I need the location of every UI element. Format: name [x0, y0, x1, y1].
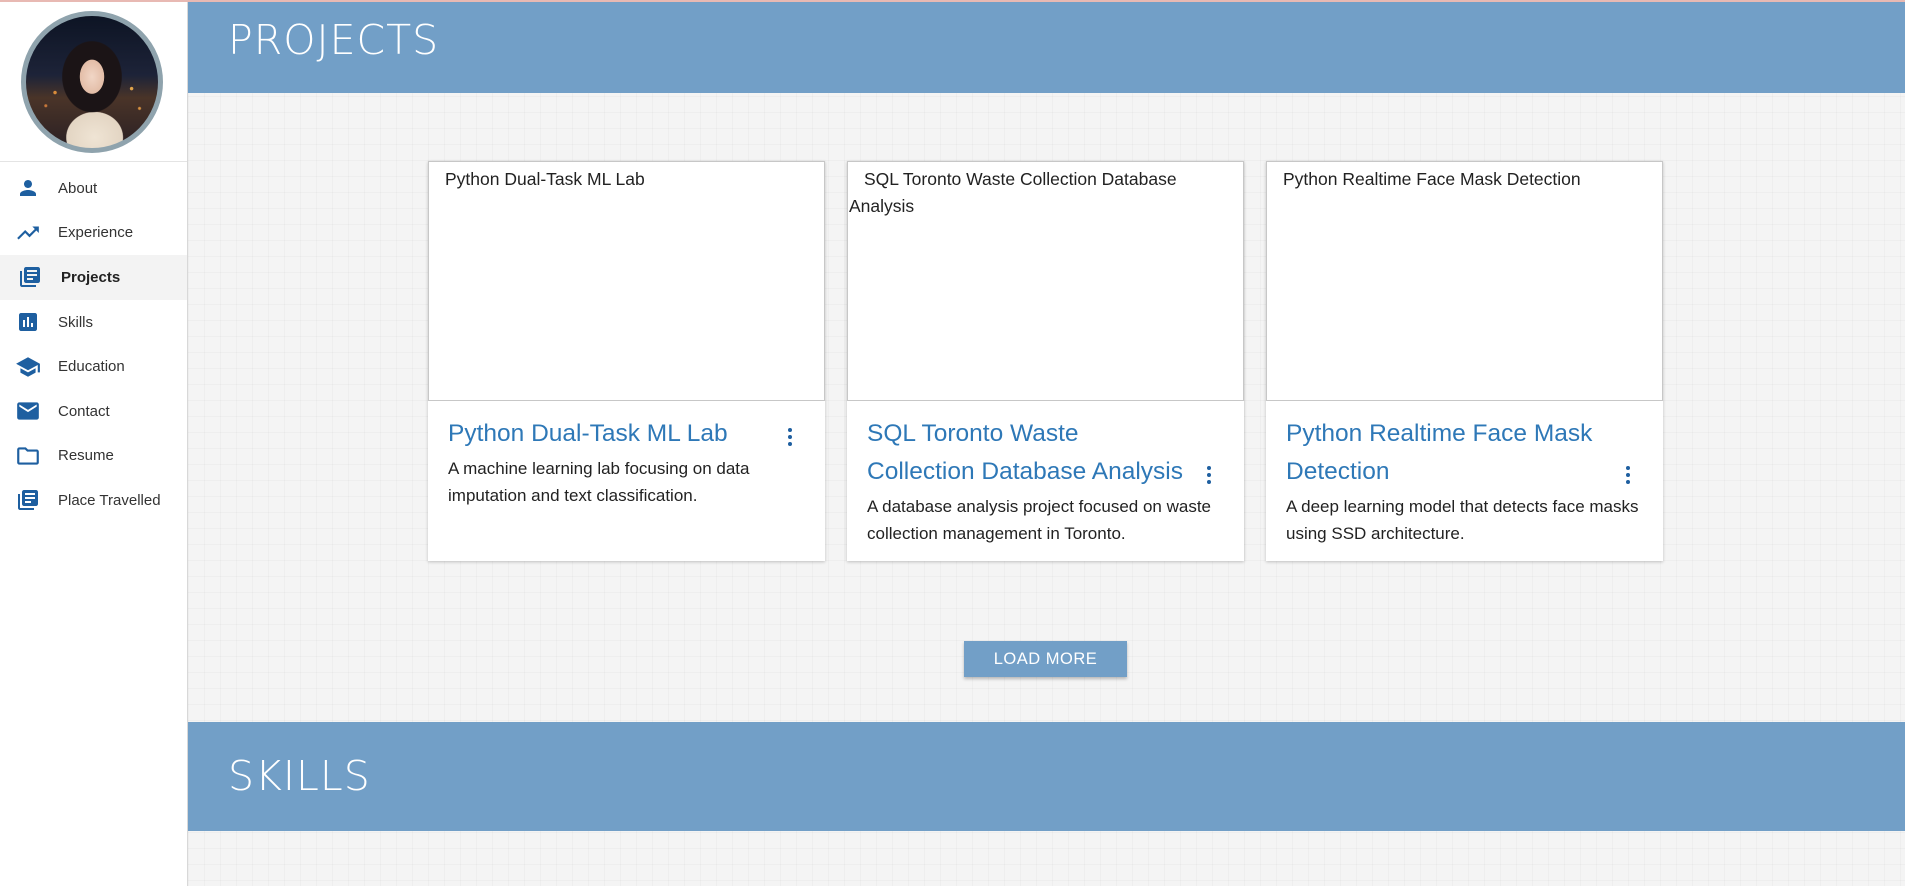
- image-alt-text: Python Dual-Task ML Lab: [445, 169, 645, 189]
- project-card: Python Realtime Face Mask Detection Pyth…: [1266, 161, 1663, 561]
- image-alt-text: Python Realtime Face Mask Detection: [1283, 169, 1581, 189]
- sidebar-item-label: Skills: [58, 313, 94, 331]
- more-vert-icon[interactable]: [783, 426, 797, 448]
- library-books-icon: [15, 487, 41, 513]
- broken-image-icon: [430, 171, 444, 187]
- project-title[interactable]: Python Realtime Face Mask Detection: [1286, 415, 1643, 491]
- card-body: Python Realtime Face Mask Detection A de…: [1266, 415, 1663, 547]
- project-title[interactable]: SQL Toronto Waste Collection Database An…: [867, 415, 1224, 491]
- sidebar-item-label: Resume: [58, 447, 114, 465]
- sidebar-item-experience[interactable]: Experience: [0, 211, 187, 256]
- projects-heading: PROJECTS: [228, 16, 440, 64]
- sidebar-item-projects[interactable]: Projects: [0, 255, 187, 300]
- project-image[interactable]: Python Dual-Task ML Lab: [428, 161, 825, 401]
- project-description: A machine learning lab focusing on data …: [448, 459, 750, 505]
- sidebar-item-education[interactable]: Education: [0, 344, 187, 389]
- sidebar-item-about[interactable]: About: [0, 166, 187, 211]
- skills-heading: SKILLS: [228, 752, 371, 800]
- trending-up-icon: [15, 220, 41, 246]
- sidebar-item-label: About: [58, 179, 98, 197]
- project-description: A database analysis project focused on w…: [867, 497, 1211, 543]
- sidebar-item-label: Contact: [58, 402, 110, 420]
- card-body: SQL Toronto Waste Collection Database An…: [847, 415, 1244, 547]
- project-card: Python Dual-Task ML Lab Python Dual-Task…: [428, 161, 825, 561]
- sidebar-item-skills[interactable]: Skills: [0, 300, 187, 345]
- project-title[interactable]: Python Dual-Task ML Lab: [448, 415, 805, 453]
- more-vert-icon[interactable]: [1202, 464, 1216, 486]
- projects-banner: PROJECTS: [188, 2, 1905, 93]
- sidebar-item-place-travelled[interactable]: Place Travelled: [0, 478, 187, 523]
- image-alt-text: SQL Toronto Waste Collection Database An…: [849, 169, 1177, 216]
- sidebar-item-label: Education: [58, 358, 125, 376]
- broken-image-icon: [1268, 171, 1282, 187]
- main-content: PROJECTS Python Dual-Task ML Lab Python …: [188, 0, 1905, 886]
- avatar: [21, 11, 163, 153]
- skills-banner: SKILLS: [188, 722, 1905, 831]
- top-border: [0, 0, 1905, 2]
- project-image[interactable]: Python Realtime Face Mask Detection: [1266, 161, 1663, 401]
- sidebar-item-label: Experience: [58, 224, 134, 242]
- sidebar-nav: About Experience Projects Skills Educati…: [0, 162, 187, 523]
- bar-chart-icon: [15, 309, 41, 335]
- project-description: A deep learning model that detects face …: [1286, 497, 1639, 543]
- sidebar-item-resume[interactable]: Resume: [0, 434, 187, 479]
- load-more-button[interactable]: LOAD MORE: [964, 641, 1127, 677]
- sidebar-item-label: Projects: [61, 268, 121, 286]
- folder-icon: [15, 443, 41, 469]
- project-card: SQL Toronto Waste Collection Database An…: [847, 161, 1244, 561]
- sidebar-item-contact[interactable]: Contact: [0, 389, 187, 434]
- card-body: Python Dual-Task ML Lab A machine learni…: [428, 415, 825, 509]
- avatar-container: [0, 0, 187, 162]
- person-icon: [15, 175, 41, 201]
- sidebar-item-label: Place Travelled: [58, 491, 161, 509]
- school-icon: [15, 354, 41, 380]
- mail-icon: [15, 398, 41, 424]
- project-image[interactable]: SQL Toronto Waste Collection Database An…: [847, 161, 1244, 401]
- sidebar: About Experience Projects Skills Educati…: [0, 0, 188, 886]
- library-books-icon: [17, 264, 43, 290]
- more-vert-icon[interactable]: [1621, 464, 1635, 486]
- broken-image-icon: [849, 171, 863, 187]
